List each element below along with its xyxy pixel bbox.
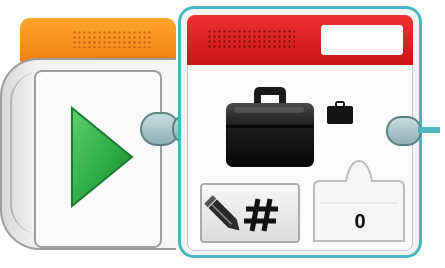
pencil-hash-icon [204, 195, 278, 232]
play-triangle-icon [71, 105, 134, 209]
variable-block-body: 0 [187, 65, 413, 251]
count-value-field[interactable]: 0 [318, 205, 402, 239]
start-block-face [34, 70, 162, 248]
variable-block-header [187, 15, 413, 65]
small-briefcase-icon [327, 101, 353, 124]
start-block-header [20, 18, 176, 62]
mode-selector-button[interactable] [200, 183, 300, 243]
program-canvas: 0 [0, 0, 445, 268]
variable-name-field[interactable] [321, 25, 403, 55]
output-wire-stub [418, 127, 440, 133]
value-panel: 0 [310, 157, 408, 243]
play-button[interactable] [66, 102, 136, 212]
value-output-plug[interactable] [386, 116, 422, 146]
header-texture [72, 30, 152, 48]
briefcase-icon [226, 87, 314, 167]
header-texture [207, 29, 295, 49]
